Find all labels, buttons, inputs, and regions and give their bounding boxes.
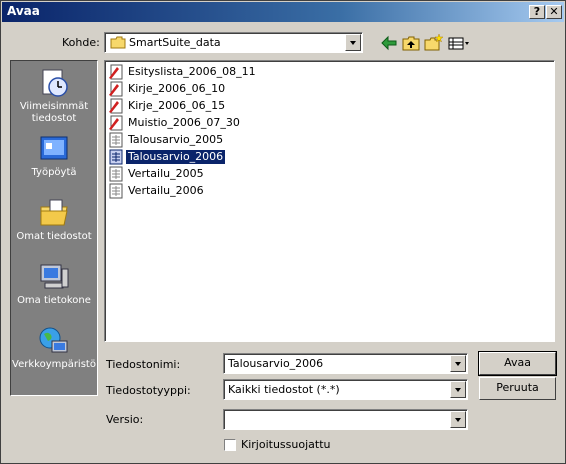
document-file-icon	[109, 81, 123, 97]
file-list[interactable]: Esityslista_2006_08_11 Kirje_2006_06_10 …	[104, 60, 555, 342]
file-name: Talousarvio_2005	[128, 133, 224, 146]
spreadsheet-file-icon	[109, 132, 123, 148]
place-recent-label: Viimeisimmät tiedostot	[19, 101, 89, 124]
places-bar: Viimeisimmät tiedostot Työpöytä Omat tie…	[10, 60, 98, 396]
desktop-icon	[40, 136, 68, 160]
filetype-label: Tiedostotyyppi:	[106, 384, 191, 397]
window-title: Avaa	[7, 4, 40, 18]
lookin-value: SmartSuite_data	[129, 36, 221, 49]
filetype-dropdown-button[interactable]	[450, 381, 466, 398]
network-places-icon	[39, 327, 68, 353]
file-name: Esityslista_2006_08_11	[128, 65, 256, 78]
up-folder-icon[interactable]	[401, 34, 421, 52]
spreadsheet-file-icon	[109, 166, 123, 182]
filename-label: Tiedostonimi:	[106, 358, 181, 371]
place-mycomputer-label: Oma tietokone	[17, 295, 91, 306]
document-file-icon	[109, 98, 123, 114]
title-bar[interactable]: Avaa ? ✕	[2, 2, 564, 22]
filetype-combo[interactable]: Kaikki tiedostot (*.*)	[223, 379, 468, 400]
lookin-dropdown-button[interactable]	[345, 34, 361, 51]
back-arrow-icon[interactable]	[379, 34, 399, 52]
readonly-label: Kirjoitussuojattu	[241, 438, 331, 451]
recent-documents-icon	[42, 69, 68, 97]
file-name: Vertailu_2005	[128, 167, 204, 180]
open-button[interactable]: Avaa	[478, 351, 557, 376]
spreadsheet-file-icon	[109, 183, 123, 199]
lookin-label: Kohde:	[62, 36, 100, 49]
cancel-button[interactable]: Peruuta	[479, 377, 556, 400]
version-dropdown-button[interactable]	[450, 411, 466, 428]
readonly-checkbox[interactable]	[224, 439, 236, 451]
my-documents-icon	[40, 199, 68, 226]
file-name: Kirje_2006_06_10	[128, 82, 226, 95]
place-desktop-label: Työpöytä	[31, 167, 77, 178]
file-name: Vertailu_2006	[128, 184, 204, 197]
spreadsheet-file-icon	[109, 149, 123, 165]
place-mydocuments-label: Omat tiedostot	[16, 231, 92, 242]
place-mycomputer[interactable]: Oma tietokone	[11, 261, 97, 307]
file-name: Muistio_2006_07_30	[128, 116, 240, 129]
folder-icon	[110, 36, 126, 49]
filename-value: Talousarvio_2006	[228, 357, 324, 370]
close-button[interactable]: ✕	[546, 5, 562, 19]
my-computer-icon	[40, 264, 69, 289]
file-name: Talousarvio_2006	[126, 150, 226, 164]
filetype-value: Kaikki tiedostot (*.*)	[228, 383, 340, 396]
place-network-label: Verkkoympäristö	[12, 359, 96, 370]
place-mydocuments[interactable]: Omat tiedostot	[11, 197, 97, 243]
version-combo[interactable]	[223, 409, 468, 430]
filename-combo[interactable]: Talousarvio_2006	[223, 353, 468, 374]
new-folder-icon[interactable]	[423, 34, 443, 52]
open-dialog: Avaa ? ✕ Kohde: SmartSuite_data Viimeisi…	[0, 0, 566, 464]
help-button[interactable]: ?	[529, 5, 545, 19]
document-file-icon	[109, 64, 123, 80]
lookin-combo[interactable]: SmartSuite_data	[104, 32, 363, 53]
view-menu-icon[interactable]	[447, 34, 471, 52]
document-file-icon	[109, 115, 123, 131]
file-name: Kirje_2006_06_15	[128, 99, 226, 112]
place-network[interactable]: Verkkoympäristö	[11, 325, 97, 371]
version-label: Versio:	[106, 413, 144, 426]
place-recent[interactable]: Viimeisimmät tiedostot	[11, 67, 97, 125]
filename-dropdown-button[interactable]	[450, 355, 466, 372]
place-desktop[interactable]: Työpöytä	[11, 133, 97, 179]
